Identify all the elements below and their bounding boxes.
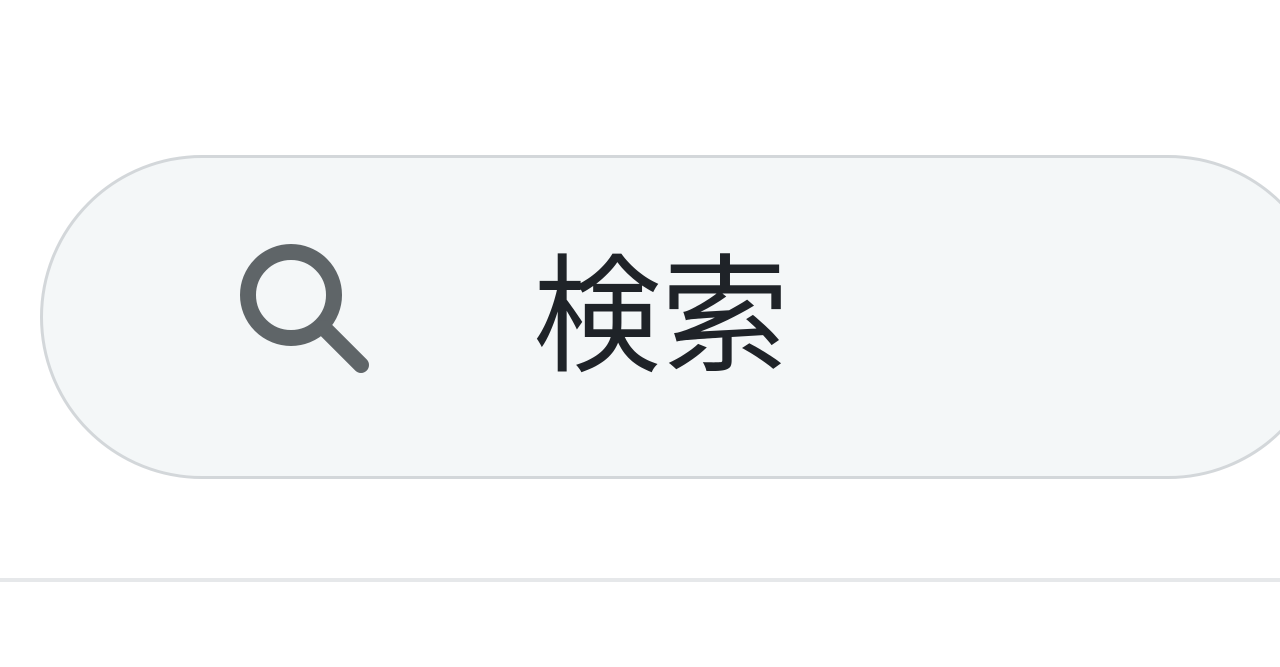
- search-box[interactable]: [40, 155, 1280, 479]
- search-icon[interactable]: [229, 240, 379, 390]
- page: [0, 0, 1280, 667]
- divider: [0, 578, 1280, 582]
- search-input[interactable]: [533, 218, 1280, 418]
